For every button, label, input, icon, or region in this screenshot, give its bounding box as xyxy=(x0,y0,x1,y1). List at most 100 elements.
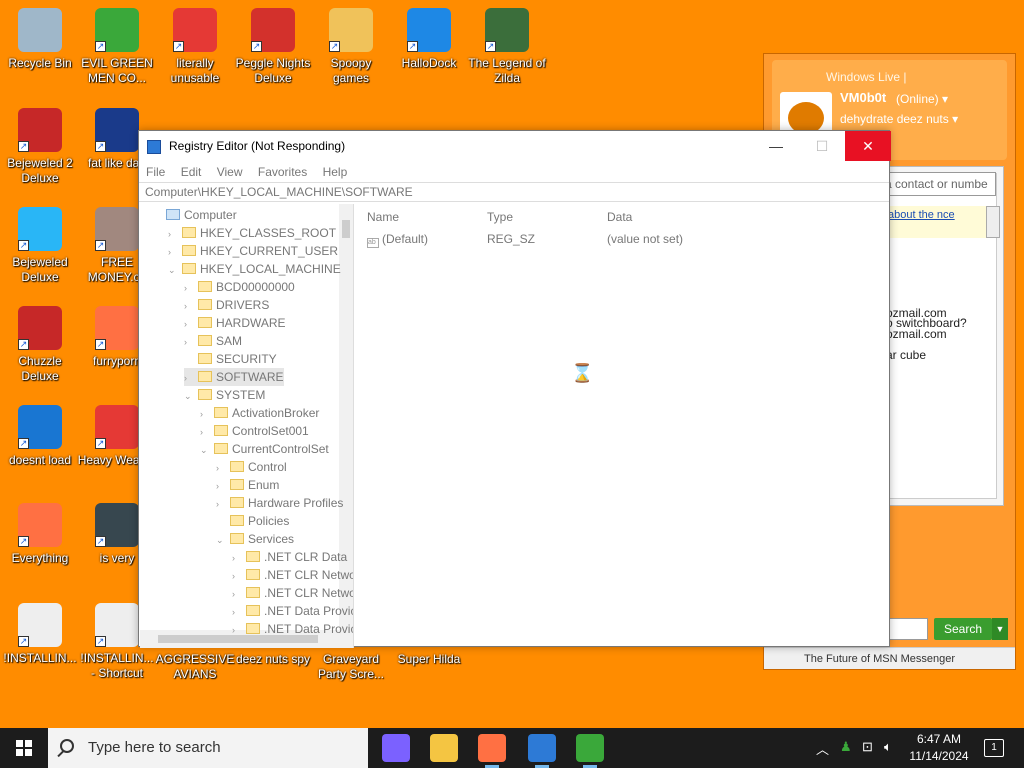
column-header-type[interactable]: Type xyxy=(487,210,513,224)
desktop-icon[interactable]: deez nuts spy xyxy=(233,652,313,667)
desktop-icon[interactable]: ↗ !INSTALLIN... xyxy=(0,603,80,666)
tree-node[interactable]: › HKEY_CLASSES_ROOT xyxy=(168,224,336,242)
registry-tree[interactable]: Computer › HKEY_CLASSES_ROOT › HKEY_CURRENT_… xyxy=(140,204,354,648)
tree-node[interactable]: Computer xyxy=(152,206,237,224)
expander-chevron-icon[interactable]: › xyxy=(216,495,230,513)
expander-chevron-icon[interactable]: › xyxy=(184,315,198,333)
address-bar[interactable]: Computer\HKEY_LOCAL_MACHINE\SOFTWARE xyxy=(139,182,889,202)
web-search-input[interactable] xyxy=(884,618,928,640)
msn-contact-line[interactable]: ozmail.com xyxy=(886,327,947,341)
expander-chevron-icon[interactable]: ⌄ xyxy=(216,531,230,549)
desktop-icon[interactable]: ↗ Peggle Nights Deluxe xyxy=(233,8,313,86)
tree-node[interactable]: ⌄ HKEY_LOCAL_MACHINE xyxy=(168,260,341,278)
desktop-icon[interactable]: Super Hilda xyxy=(389,652,469,667)
close-button[interactable]: ✕ xyxy=(845,131,891,161)
expander-chevron-icon[interactable]: › xyxy=(216,459,230,477)
expander-chevron-icon[interactable]: › xyxy=(184,369,198,387)
tree-node[interactable]: › .NET CLR Netwo xyxy=(232,566,353,585)
expander-chevron-icon[interactable]: ⌄ xyxy=(168,261,182,279)
expander-chevron-icon[interactable]: › xyxy=(232,621,246,639)
title-bar[interactable]: Registry Editor (Not Responding) — ☐ ✕ xyxy=(139,131,891,162)
desktop-icon[interactable]: AGGRESSIVE AVIANS xyxy=(155,652,235,682)
menu-help[interactable]: Help xyxy=(323,165,348,179)
regedit-taskbar-icon[interactable] xyxy=(528,734,556,762)
msn-contact-line[interactable]: ozmail.com xyxy=(886,306,947,320)
notification-center-button[interactable]: 1 xyxy=(984,739,1004,757)
contact-search-input[interactable]: a contact or numbe xyxy=(880,172,996,196)
search-dropdown-button[interactable]: ▼ xyxy=(992,618,1008,640)
tree-node[interactable]: › Control xyxy=(216,458,287,476)
value-name[interactable]: ab (Default) xyxy=(367,232,428,248)
tree-node[interactable]: › BCD00000000 xyxy=(184,278,295,296)
desktop-icon[interactable]: ↗ literally unusable xyxy=(155,8,235,86)
msn-notice-link[interactable]: about the nce xyxy=(884,206,986,238)
menu-view[interactable]: View xyxy=(217,165,243,179)
network-icon[interactable]: ⊡ xyxy=(862,739,873,755)
msn-username[interactable]: VM0b0t xyxy=(840,90,886,105)
expander-chevron-icon[interactable]: ⌄ xyxy=(184,387,198,405)
column-header-data[interactable]: Data xyxy=(607,210,632,224)
expander-chevron-icon[interactable]: › xyxy=(200,423,214,441)
tree-node[interactable]: › .NET CLR Netwo xyxy=(232,584,353,603)
desktop-icon[interactable]: Recycle Bin xyxy=(0,8,80,71)
tree-node[interactable]: ⌄ Services xyxy=(216,530,294,548)
maximize-button[interactable]: ☐ xyxy=(799,131,845,161)
tree-node[interactable]: › HKEY_CURRENT_USER xyxy=(168,242,338,260)
expander-chevron-icon[interactable]: › xyxy=(168,243,182,261)
expander-chevron-icon[interactable]: › xyxy=(168,225,182,243)
chevron-up-icon[interactable]: ︿ xyxy=(816,739,829,758)
tree-node[interactable]: › ControlSet001 xyxy=(200,422,309,440)
tree-node[interactable]: › .NET Data Provic xyxy=(232,620,353,639)
expander-chevron-icon[interactable]: › xyxy=(216,477,230,495)
expander-chevron-icon[interactable]: › xyxy=(232,603,246,621)
expander-chevron-icon[interactable]: ⌄ xyxy=(200,441,214,459)
menu-favorites[interactable]: Favorites xyxy=(258,165,307,179)
expander-chevron-icon[interactable]: › xyxy=(232,567,246,585)
tree-node[interactable]: › Hardware Profiles xyxy=(216,494,343,512)
notice-scrollbar[interactable] xyxy=(986,206,1000,238)
taskbar-search-box[interactable]: Type here to search xyxy=(48,728,368,768)
expander-chevron-icon[interactable]: › xyxy=(184,333,198,351)
tree-node[interactable]: ⌄ SYSTEM xyxy=(184,386,265,404)
tree-node[interactable]: ⌄ CurrentControlSet xyxy=(200,440,329,458)
desktop-icon[interactable]: Graveyard Party Scre... xyxy=(311,652,391,682)
start-button[interactable] xyxy=(0,728,48,768)
msn-tray-icon[interactable]: ♟ xyxy=(840,739,852,755)
tree-node[interactable]: › .NET Data Provic xyxy=(232,602,353,621)
desktop-icon[interactable]: ↗ EVIL GREEN MEN CO... xyxy=(77,8,157,86)
msn-taskbar-icon[interactable] xyxy=(576,734,604,762)
desktop-icon[interactable]: ↗ Bejeweled 2 Deluxe xyxy=(0,108,80,186)
copilot-icon[interactable] xyxy=(382,734,410,762)
menu-file[interactable]: File xyxy=(146,165,165,179)
desktop-icon[interactable]: ↗ Spoopy games xyxy=(311,8,391,86)
file-explorer-icon[interactable] xyxy=(430,734,458,762)
minimize-button[interactable]: — xyxy=(753,131,799,161)
desktop-icon[interactable]: ↗ The Legend of Zilda xyxy=(467,8,547,86)
clock[interactable]: 6:47 AM 11/14/2024 xyxy=(904,731,974,765)
desktop-icon[interactable]: ↗ Everything xyxy=(0,503,80,566)
msn-status[interactable]: (Online) ▾ xyxy=(896,92,948,106)
msn-personal-message[interactable]: dehydrate deez nuts ▾ xyxy=(840,112,958,126)
volume-icon[interactable]: 🔈︎ xyxy=(884,739,892,755)
tree-node[interactable]: › SOFTWARE xyxy=(184,368,284,386)
tree-node[interactable]: › DRIVERS xyxy=(184,296,269,314)
expander-chevron-icon[interactable]: › xyxy=(200,405,214,423)
tree-node[interactable]: › ActivationBroker xyxy=(200,404,319,422)
desktop-icon[interactable]: ↗ HalloDock xyxy=(389,8,469,71)
search-button[interactable]: Search xyxy=(934,618,992,640)
msn-contact-line[interactable]: ar cube xyxy=(886,348,926,362)
expander-chevron-icon[interactable]: › xyxy=(184,279,198,297)
expander-chevron-icon[interactable]: › xyxy=(232,585,246,603)
tree-node[interactable]: Policies xyxy=(216,512,289,530)
tree-node[interactable]: › SAM xyxy=(184,332,242,350)
expander-chevron-icon[interactable]: › xyxy=(184,297,198,315)
tree-node[interactable]: › .NET CLR Data xyxy=(232,548,347,566)
menu-edit[interactable]: Edit xyxy=(181,165,202,179)
tree-node[interactable]: › HARDWARE xyxy=(184,314,286,332)
tree-node[interactable]: SECURITY xyxy=(184,350,277,368)
desktop-icon[interactable]: ↗ doesnt load xyxy=(0,405,80,468)
tree-node[interactable]: › Enum xyxy=(216,476,279,494)
column-header-name[interactable]: Name xyxy=(367,210,399,224)
expander-chevron-icon[interactable]: › xyxy=(232,549,246,567)
firefox-taskbar-icon[interactable] xyxy=(478,734,506,762)
